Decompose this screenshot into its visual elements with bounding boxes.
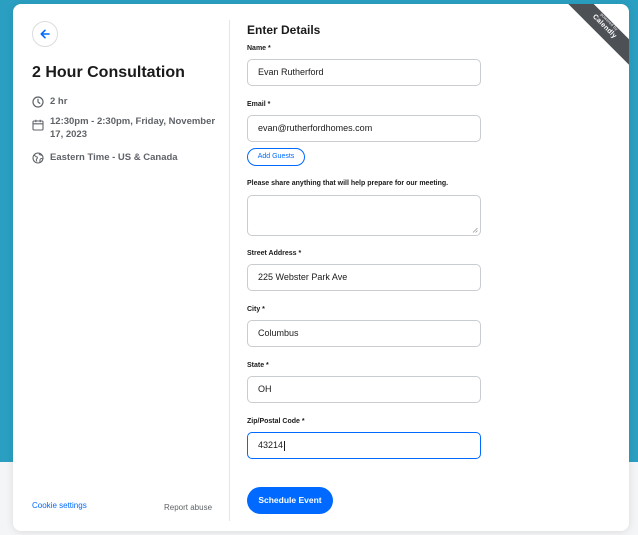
add-guests-button[interactable]: Add Guests — [247, 148, 305, 166]
calendly-ribbon[interactable]: powered by Calendly — [558, 4, 629, 73]
email-label: Email * — [247, 101, 271, 108]
street-label: Street Address * — [247, 250, 302, 257]
event-timezone: Eastern Time - US & Canada — [32, 151, 178, 164]
city-field[interactable]: Columbus — [247, 320, 481, 347]
duration-text: 2 hr — [50, 96, 68, 107]
globe-icon — [32, 152, 44, 164]
form-title: Enter Details — [247, 23, 321, 37]
zip-value: 43214 — [258, 440, 284, 450]
calendar-icon — [32, 119, 44, 131]
notes-label: Please share anything that will help pre… — [247, 180, 449, 187]
booking-card: powered by Calendly 2 Hour Consultation … — [13, 4, 629, 531]
ribbon-powered-by: powered by — [599, 11, 620, 32]
time-text: 12:30pm - 2:30pm, Friday, November 17, 2… — [50, 115, 215, 141]
text-caret — [284, 440, 286, 451]
back-arrow-icon — [40, 29, 50, 39]
zip-label: Zip/Postal Code * — [247, 418, 305, 425]
resize-grip-icon[interactable] — [472, 227, 478, 233]
panel-divider — [229, 20, 230, 521]
back-button[interactable] — [32, 21, 58, 47]
notes-textarea[interactable] — [247, 195, 481, 236]
state-label: State * — [247, 362, 269, 369]
email-field[interactable]: evan@rutherfordhomes.com — [247, 115, 481, 142]
schedule-event-button[interactable]: Schedule Event — [247, 487, 333, 514]
street-address-field[interactable]: 225 Webster Park Ave — [247, 264, 481, 291]
cookie-settings-link[interactable]: Cookie settings — [32, 501, 87, 510]
clock-icon — [32, 96, 44, 108]
time-line-1: 12:30pm - 2:30pm, Friday, November — [50, 116, 216, 127]
name-label: Name * — [247, 45, 271, 52]
city-label: City * — [247, 306, 265, 313]
name-field[interactable]: Evan Rutherford — [247, 59, 481, 86]
event-time: 12:30pm - 2:30pm, Friday, November 17, 2… — [32, 115, 215, 141]
timezone-text: Eastern Time - US & Canada — [50, 152, 178, 163]
zip-field[interactable]: 43214 — [247, 432, 481, 459]
event-title: 2 Hour Consultation — [32, 64, 185, 81]
event-duration: 2 hr — [32, 95, 67, 108]
state-field[interactable]: OH — [247, 376, 481, 403]
report-abuse-link[interactable]: Report abuse — [164, 503, 212, 512]
time-line-2: 17, 2023 — [50, 129, 87, 140]
